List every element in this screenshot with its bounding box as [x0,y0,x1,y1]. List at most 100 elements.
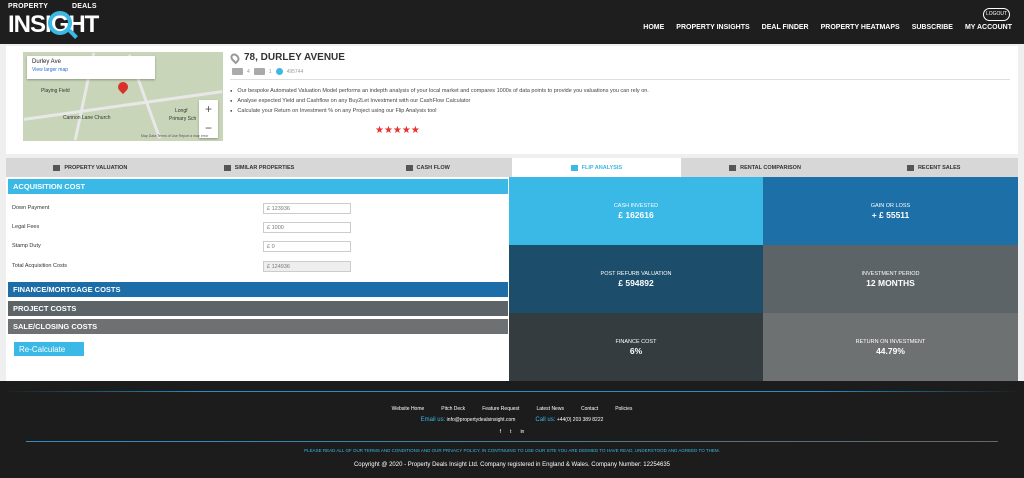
metric-value: 6% [629,345,643,356]
flip-form-panel: ACQUISITION COST Down Payment Legal Fees… [6,177,509,381]
legal-fees-input[interactable] [263,222,351,233]
tab-cash-flow[interactable]: CASH FLOW [343,158,513,177]
tab-label: CASH FLOW [416,164,450,171]
map-attribution[interactable]: Map Data Terms of Use Report a map error [141,134,208,138]
email-link[interactable]: info@propertydealsinsight.com [447,417,516,423]
tab-label: RECENT SALES [917,164,961,171]
map-pin-icon[interactable] [115,79,131,95]
metric-return-on-investment: RETURN ON INVESTMENT 44.79% [763,313,1018,381]
metric-finance-cost: FINANCE COST 6% [509,313,763,381]
feature-list: Our bespoke Automated Valuation Model pe… [230,88,790,118]
beds-count: 4 [247,68,250,75]
view-larger-map-link[interactable]: View larger map [32,67,150,73]
property-address: 78, DURLEY AVENUE [228,51,345,64]
flip-results-grid: CASH INVESTED £ 162616 GAIN OR LOSS + £ … [509,177,1018,381]
phone-contact: Call us: +44(0) 203 389 8222 [535,417,603,423]
twitter-icon[interactable]: t [510,429,511,435]
tab-flip-analysis[interactable]: FLIP ANALYSIS [512,158,681,177]
metric-value: £ 162616 [618,209,654,220]
social-links: f t in [0,429,1024,435]
tab-similar-properties[interactable]: SIMILAR PROPERTIES [174,158,344,177]
views-count: 495744 [286,68,304,75]
location-map[interactable]: Playing Field Cannon Lane Church Longf P… [23,52,223,141]
feature-item: Analyse expected Yield and Cashflow on a… [230,98,790,104]
field-label: Legal Fees [12,224,40,230]
copyright: Copyright @ 2020 - Property Deals Insigh… [353,462,671,468]
brand-logo[interactable]: PROPERTY DEALS INSIGHT [8,3,99,41]
logout-button[interactable]: LOGOUT [983,8,1010,21]
footer-link-website-home[interactable]: Website Home [392,406,425,412]
metric-value: £ 594892 [618,277,654,288]
footer-link-contact[interactable]: Contact [581,406,598,412]
cash-icon [570,164,578,171]
footer-links: Website Home Pitch Deck Feature Request … [0,406,1024,412]
metric-gain-or-loss: GAIN OR LOSS + £ 55511 [763,177,1018,245]
property-summary-card: Playing Field Cannon Lane Church Longf P… [6,46,1018,154]
logo-text-property: PROPERTY [8,3,49,10]
building-icon [223,164,231,171]
metric-label: POST REFURB VALUATION [600,270,672,277]
map-label: Cannon Lane Church [63,115,111,121]
recalculate-button[interactable]: Re-Calculate [14,342,84,356]
bed-icon [232,68,243,75]
metric-cash-invested: CASH INVESTED £ 162616 [509,177,763,245]
footer-link-latest-news[interactable]: Latest News [536,406,564,412]
sale-closing-header[interactable]: SALE/CLOSING COSTS [8,319,508,334]
email-label: Email us: [420,417,446,423]
nav-subscribe[interactable]: SUBSCRIBE [912,24,953,31]
metric-label: INVESTMENT PERIOD [861,270,920,277]
home-icon [53,164,61,171]
map-label: Longf [175,108,188,114]
facebook-icon[interactable]: f [500,429,501,435]
map-street-name: Durley Ave [32,59,61,65]
acquisition-cost-header[interactable]: ACQUISITION COST [8,179,508,194]
down-payment-input[interactable] [263,203,351,214]
field-label: Down Payment [12,205,50,211]
metric-label: FINANCE COST [615,338,657,345]
baths-count: 1 [268,68,272,75]
form-row-stamp-duty: Stamp Duty [12,241,352,253]
tab-property-valuation[interactable]: PROPERTY VALUATION [6,158,175,177]
nav-property-insights[interactable]: PROPERTY INSIGHTS [676,24,749,31]
metric-value: + £ 55511 [871,209,910,220]
footer-link-pitch-deck[interactable]: Pitch Deck [441,406,465,412]
project-costs-header[interactable]: PROJECT COSTS [8,301,508,316]
tab-label: FLIP ANALYSIS [581,164,623,171]
nav-my-account[interactable]: MY ACCOUNT [965,24,1012,31]
finance-mortgage-header[interactable]: FINANCE/MORTGAGE COSTS [8,282,508,297]
email-contact: Email us: info@propertydealsinsight.com [421,417,516,423]
linkedin-icon[interactable]: in [520,429,524,435]
metric-label: CASH INVESTED [613,202,659,209]
divider [230,79,1010,80]
tab-rental-comparison[interactable]: RENTAL COMPARISON [680,158,850,177]
tab-recent-sales[interactable]: RECENT SALES [849,158,1019,177]
factory-icon [729,164,737,171]
bath-icon [253,68,265,75]
star-rating: ★★★★★ [375,125,420,136]
money-icon [405,164,413,171]
phone-link[interactable]: +44(0) 203 389 8222 [557,417,604,423]
terms-notice: PLEASE READ ALL OF OUR TERMS AND CONDITI… [304,448,720,453]
nav-home[interactable]: HOME [643,24,664,31]
stamp-duty-input[interactable] [263,241,351,252]
logo-text-deals: DEALS [72,3,97,10]
metric-investment-period: INVESTMENT PERIOD 12 MONTHS [763,245,1018,313]
footer-link-feature-request[interactable]: Feature Request [482,406,519,412]
nav-deal-finder[interactable]: DEAL FINDER [762,24,809,31]
footer-divider [0,391,1024,392]
property-title: 78, DURLEY AVENUE [244,52,345,63]
feature-item: Calculate your Return on Investment % on… [230,108,790,114]
views-icon [275,68,283,75]
site-footer: Website Home Pitch Deck Feature Request … [0,381,1024,478]
top-navbar: PROPERTY DEALS INSIGHT LOGOUT HOME PROPE… [0,0,1024,44]
metric-value: 44.79% [876,345,905,356]
phone-label: Call us: [535,417,556,423]
money-icon [906,164,914,171]
tab-label: RENTAL COMPARISON [740,164,801,171]
zoom-in-button[interactable]: + [199,100,218,119]
property-meta: 4 1 495744 [232,68,303,75]
metric-post-refurb-valuation: POST REFURB VALUATION £ 594892 [509,245,763,313]
nav-property-heatmaps[interactable]: PROPERTY HEATMAPS [821,24,900,31]
map-info-card: Durley Ave View larger map [27,56,155,79]
footer-link-policies[interactable]: Policies [615,406,632,412]
